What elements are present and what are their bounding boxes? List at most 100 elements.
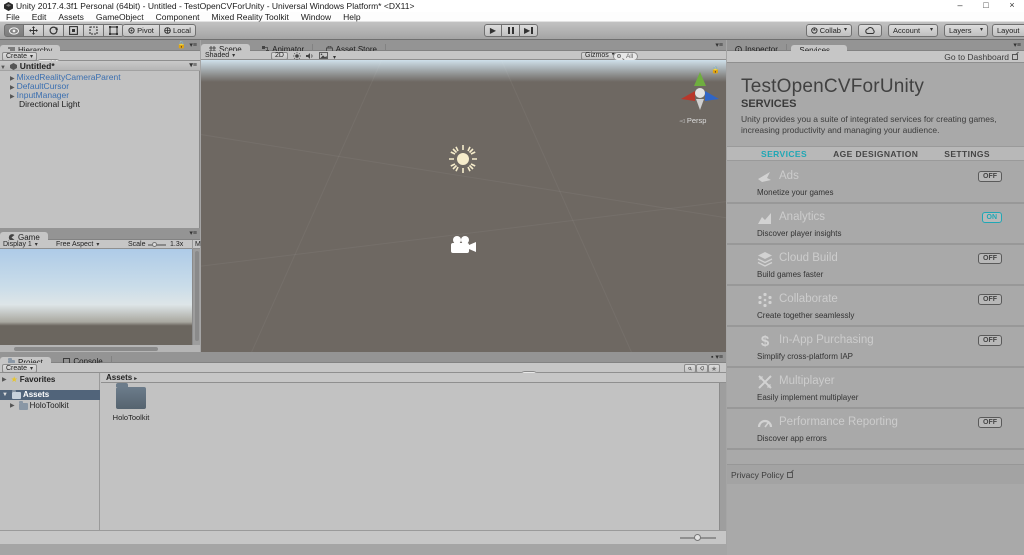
scene-controls: Shaded 2D Gizmos All	[201, 51, 726, 61]
tree-item-assets[interactable]: ▼ Assets	[0, 389, 100, 400]
panel-menu-icon[interactable]: ▾≡	[715, 41, 723, 51]
breadcrumb[interactable]: Assets	[106, 373, 132, 382]
expand-arrow-icon[interactable]: ▶	[2, 375, 7, 385]
foldout-icon[interactable]: ▼	[0, 65, 6, 71]
thumbnail-zoom-slider[interactable]	[680, 534, 716, 541]
service-row-in-app-purchasing[interactable]: $ In-App Purchasing OFF Simplify cross-p…	[727, 327, 1024, 368]
performance-status-badge[interactable]: OFF	[978, 417, 1002, 428]
pause-icon	[507, 27, 514, 34]
menu-edit[interactable]: Edit	[26, 12, 53, 22]
camera-gizmo[interactable]	[449, 235, 477, 255]
service-row-multiplayer[interactable]: Multiplayer Easily implement multiplayer	[727, 368, 1024, 409]
asset-item-holotoolkit[interactable]: HoloToolkit	[109, 383, 153, 422]
project-status-bar	[0, 530, 726, 544]
subtab-age-designation[interactable]: AGE DESIGNATION	[833, 149, 918, 159]
2d-toggle-button[interactable]: 2D	[271, 51, 288, 60]
lock-icon[interactable]: 🔒	[177, 41, 186, 51]
service-row-performance-reporting[interactable]: Performance Reporting OFF Discover app e…	[727, 409, 1024, 450]
rect-tool-button[interactable]	[84, 24, 104, 37]
analytics-status-badge[interactable]: ON	[981, 212, 1002, 223]
hierarchy-item-directional-light[interactable]: Directional Light	[19, 100, 80, 109]
menu-window[interactable]: Window	[295, 12, 337, 22]
tree-item-favorites[interactable]: ▶ ★ Favorites	[2, 375, 55, 385]
menu-file[interactable]: File	[0, 12, 26, 22]
services-description: Unity provides you a suite of integrated…	[741, 114, 997, 135]
panel-menu-icon[interactable]: ▪ ▾≡	[711, 353, 723, 363]
menu-gameobject[interactable]: GameObject	[90, 12, 150, 22]
menu-component[interactable]: Component	[150, 12, 206, 22]
persp-label[interactable]: ◅ Persp	[679, 116, 706, 125]
expand-arrow-icon[interactable]: ▶	[10, 401, 15, 411]
scene-orientation-gizmo[interactable]	[673, 70, 726, 114]
close-button[interactable]: ×	[1000, 0, 1024, 12]
panel-menu-icon[interactable]: ▾≡	[189, 229, 197, 239]
pause-button[interactable]	[502, 24, 520, 37]
move-tool-button[interactable]	[24, 24, 44, 37]
layout-dropdown[interactable]: Layout	[992, 24, 1024, 37]
maximize-on-play-button[interactable]: M	[192, 240, 201, 249]
step-icon: ▶	[524, 26, 531, 35]
maximize-button[interactable]: □	[974, 0, 998, 12]
collab-dropdown[interactable]: Collab	[806, 24, 852, 37]
rotate-tool-button[interactable]	[44, 24, 64, 37]
ads-status-badge[interactable]: OFF	[978, 171, 1002, 182]
tree-item-holotoolkit[interactable]: ▶ HoloToolkit	[10, 400, 69, 411]
service-row-ads[interactable]: Ads OFF Monetize your games	[727, 163, 1024, 204]
hand-tool-button[interactable]	[4, 24, 24, 37]
account-dropdown[interactable]: Account	[888, 24, 938, 37]
scene-menu-icon[interactable]: ▾≡	[189, 61, 197, 71]
go-to-dashboard-link[interactable]: Go to Dashboard	[944, 51, 1018, 63]
game-viewport[interactable]	[0, 249, 192, 345]
project-grid: HoloToolkit	[101, 383, 719, 530]
expand-arrow-icon[interactable]: ▶	[10, 94, 15, 100]
menu-assets[interactable]: Assets	[52, 12, 90, 22]
panel-menu-icon[interactable]: ▾≡	[1013, 41, 1021, 51]
minimize-button[interactable]: –	[948, 0, 972, 12]
project-vertical-scrollbar[interactable]	[719, 383, 726, 530]
scene-header-row[interactable]: ▼ Untitled* ▾≡	[0, 61, 200, 71]
subtab-services[interactable]: SERVICES	[761, 149, 807, 159]
project-panel: Project Console ▪ ▾≡ Create ★ ▶ ★	[0, 352, 726, 555]
menu-mixed-reality-toolkit[interactable]: Mixed Reality Toolkit	[206, 12, 295, 22]
lock-icon[interactable]: 🔒	[711, 66, 720, 74]
scene-viewport[interactable]: ◅ Persp 🔒	[201, 60, 726, 352]
scene-sky-horizon	[201, 60, 726, 82]
hierarchy-create-button[interactable]: Create	[2, 52, 38, 61]
transform-tool-button[interactable]	[104, 24, 124, 37]
directional-light-gizmo[interactable]	[449, 145, 477, 173]
step-button[interactable]: ▶	[520, 24, 538, 37]
layers-dropdown[interactable]: Layers	[944, 24, 988, 37]
ads-icon	[758, 172, 771, 182]
services-heading: SERVICES	[741, 98, 797, 110]
local-toggle-button[interactable]: Local	[160, 24, 196, 37]
collaborate-status-badge[interactable]: OFF	[978, 294, 1002, 305]
scale-slider[interactable]	[148, 241, 166, 247]
scale-value: 1.3x	[170, 241, 184, 248]
game-horizontal-scrollbar[interactable]	[0, 345, 200, 352]
iap-status-badge[interactable]: OFF	[978, 335, 1002, 346]
privacy-policy-link[interactable]: Privacy Policy	[731, 470, 793, 480]
privacy-bar: Privacy Policy	[727, 464, 1024, 484]
collapse-arrow-icon[interactable]: ▼	[2, 390, 8, 400]
search-by-type-button[interactable]	[684, 364, 696, 373]
service-row-analytics[interactable]: Analytics ON Discover player insights	[727, 204, 1024, 245]
service-row-cloud-build[interactable]: Cloud Build OFF Build games faster	[727, 245, 1024, 286]
favorites-filter-button[interactable]: ★	[708, 364, 720, 373]
project-create-button[interactable]: Create	[2, 364, 38, 373]
speaker-icon	[306, 52, 313, 59]
menu-help[interactable]: Help	[337, 12, 366, 22]
scene-name: Untitled*	[19, 61, 55, 71]
play-button[interactable]: ▶	[484, 24, 502, 37]
pivot-toggle-button[interactable]: Pivot	[122, 24, 160, 37]
search-by-label-button[interactable]	[696, 364, 708, 373]
window-bottom-strip	[0, 544, 726, 555]
rect-tool-icon	[89, 26, 98, 35]
multiplayer-icon	[758, 375, 772, 389]
subtab-settings[interactable]: SETTINGS	[944, 149, 990, 159]
cloud-build-status-badge[interactable]: OFF	[978, 253, 1002, 264]
scale-tool-button[interactable]	[64, 24, 84, 37]
service-row-collaborate[interactable]: Collaborate OFF Create together seamless…	[727, 286, 1024, 327]
cloud-button[interactable]	[858, 24, 882, 37]
panel-menu-icon[interactable]: ▾≡	[189, 41, 197, 51]
game-vertical-scrollbar[interactable]	[192, 249, 200, 345]
